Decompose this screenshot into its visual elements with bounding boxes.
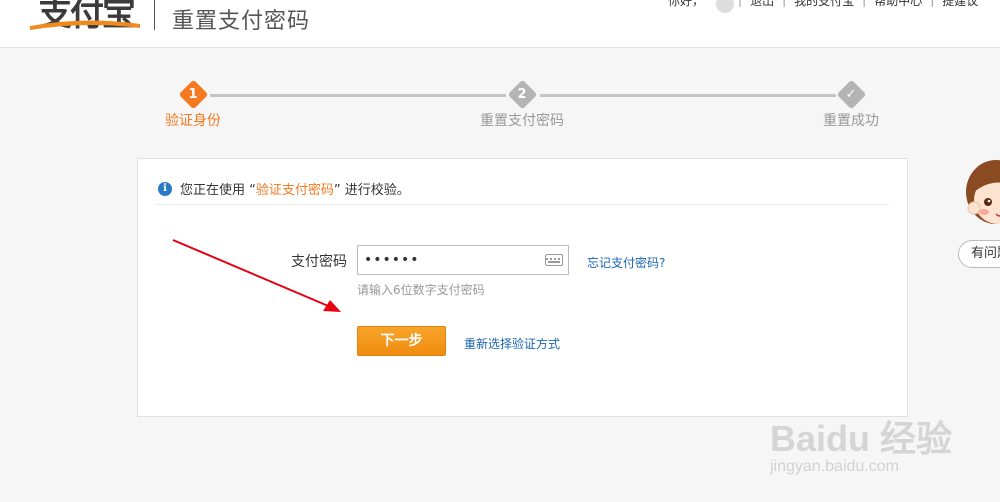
watermark-url: jingyan.baidu.com bbox=[770, 458, 899, 475]
notice-method: 验证支付密码 bbox=[255, 183, 334, 198]
step-connector bbox=[540, 94, 836, 97]
step-3-label: 重置成功 bbox=[823, 113, 879, 129]
user-avatar[interactable] bbox=[716, 0, 735, 13]
step-connector bbox=[210, 94, 506, 97]
header-divider bbox=[154, 0, 155, 30]
forgot-password-link[interactable]: 忘记支付密码? bbox=[587, 254, 665, 271]
step-2-label: 重置支付密码 bbox=[480, 113, 564, 129]
page-title: 重置支付密码 bbox=[172, 9, 311, 34]
baidu-watermark: Baidu 经验 jingyan.baidu.com bbox=[760, 400, 960, 490]
step-2-number: 2 bbox=[517, 87, 527, 102]
notice-suffix: ” 进行校验。 bbox=[333, 183, 410, 198]
payment-password-input[interactable]: •••••• bbox=[357, 245, 569, 275]
nav-help-link[interactable]: 帮助中心 bbox=[866, 0, 930, 9]
logo-swoosh bbox=[30, 20, 140, 30]
reselect-method-link[interactable]: 重新选择验证方式 bbox=[464, 335, 560, 352]
top-nav: 你好， | 退出 | 我的支付宝 | 帮助中心 | 提建议 bbox=[660, 0, 986, 13]
page-header: 支付宝 重置支付密码 你好， | 退出 | 我的支付宝 | 帮助中心 | 提建议 bbox=[0, 0, 1000, 48]
password-value: •••••• bbox=[364, 252, 420, 268]
alipay-logo[interactable]: 支付宝 bbox=[30, 0, 150, 30]
check-icon: ✓ bbox=[845, 87, 857, 102]
nav-my-alipay-link[interactable]: 我的支付宝 bbox=[786, 0, 862, 9]
nav-feedback-link[interactable]: 提建议 bbox=[934, 0, 986, 9]
keyboard-icon[interactable] bbox=[545, 254, 563, 266]
nav-greeting: 你好， bbox=[668, 0, 705, 8]
verification-notice: i 您正在使用 “验证支付密码” 进行校验。 bbox=[158, 179, 410, 198]
step-1-number: 1 bbox=[188, 87, 198, 102]
help-button[interactable]: 有问题? bbox=[958, 240, 1000, 268]
progress-steps: 1 验证身份 2 重置支付密码 ✓ 重置成功 bbox=[0, 79, 1000, 130]
watermark-main: Baidu 经验 bbox=[770, 418, 953, 459]
next-step-button[interactable]: 下一步 bbox=[357, 326, 446, 356]
password-hint: 请输入6位数字支付密码 bbox=[357, 283, 485, 297]
notice-divider bbox=[156, 204, 889, 205]
notice-prefix: 您正在使用 “ bbox=[180, 183, 256, 198]
nav-logout-link[interactable]: 退出 bbox=[742, 0, 782, 9]
step-1-label: 验证身份 bbox=[165, 113, 221, 129]
annotation-arrow-icon bbox=[172, 239, 341, 312]
helper-avatar-icon[interactable] bbox=[962, 160, 1000, 230]
info-icon: i bbox=[158, 181, 172, 196]
